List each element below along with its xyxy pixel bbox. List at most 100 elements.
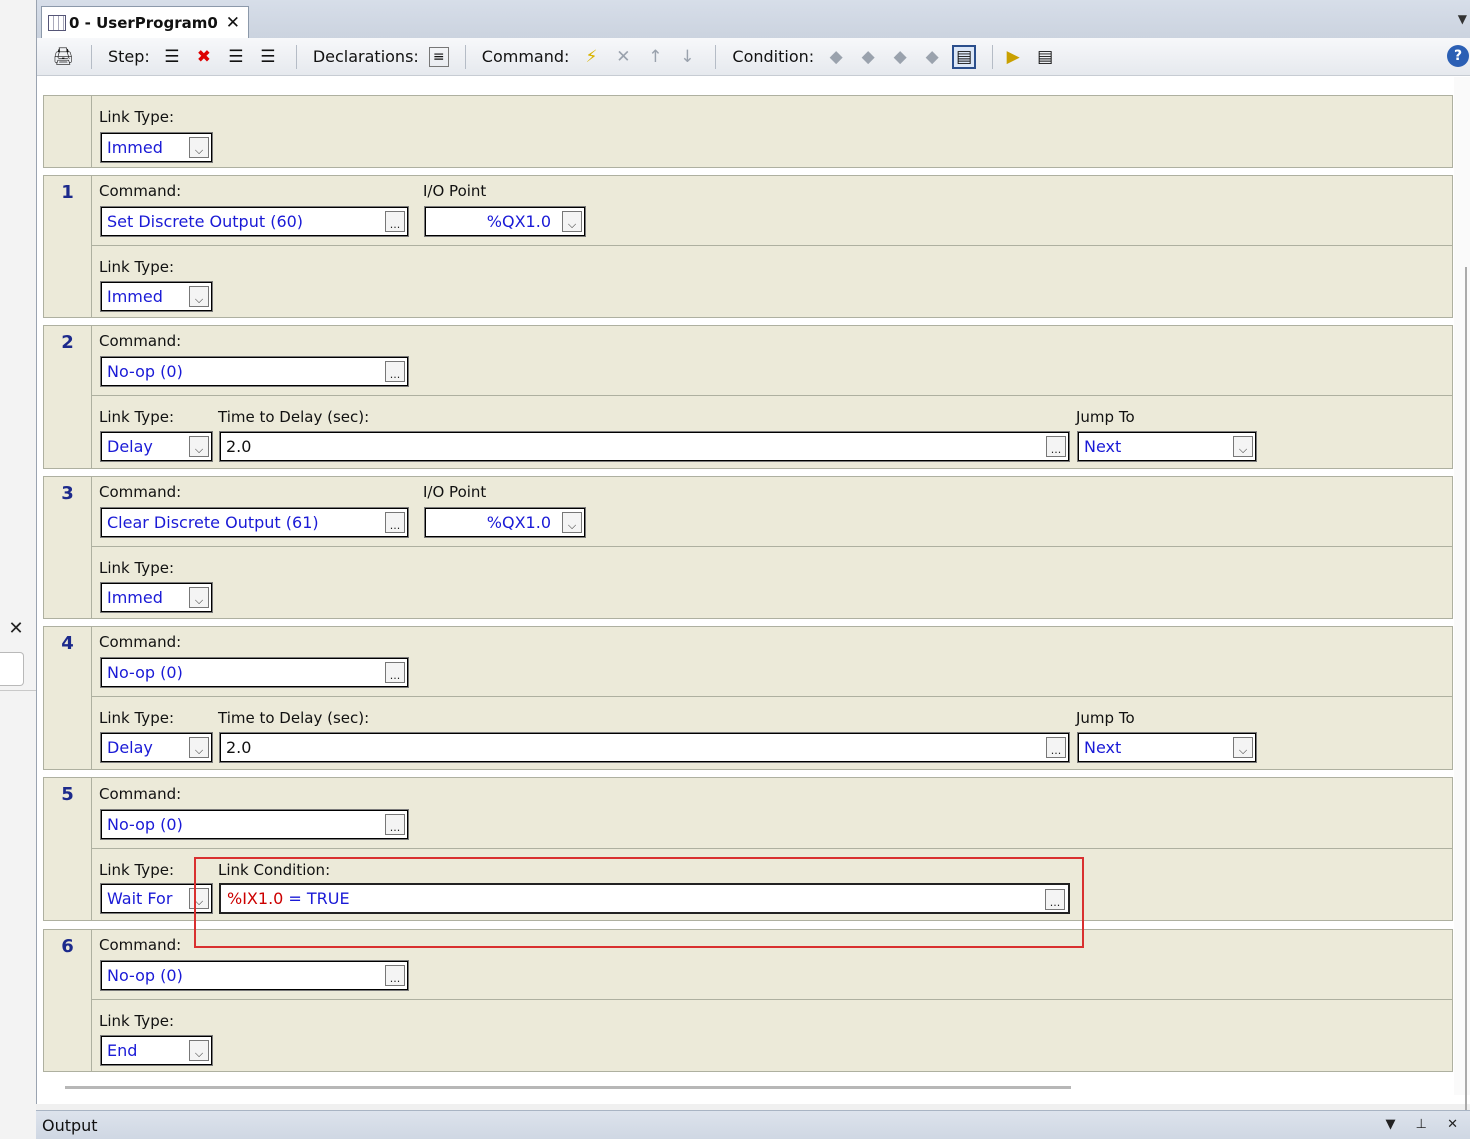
- step-row: 2 Command: No-op (0) ... Link Type: Dela…: [43, 325, 1453, 469]
- command-label: Command:: [99, 936, 182, 954]
- command-field[interactable]: No-op (0) ...: [100, 809, 409, 840]
- jump-to-select[interactable]: Next ⌵: [1077, 732, 1257, 763]
- link-type-label: Link Type:: [99, 709, 174, 727]
- io-point-select[interactable]: %QX1.0 ⌵: [424, 507, 586, 538]
- step-row: 1 Command: Set Discrete Output (60) ... …: [43, 175, 1453, 318]
- horizontal-scrollbar[interactable]: [65, 1086, 1071, 1089]
- chevron-down-icon[interactable]: ⌵: [189, 587, 209, 608]
- condition-delete-icon[interactable]: ◆: [856, 45, 880, 69]
- run-icon[interactable]: ▶: [1001, 45, 1025, 69]
- jump-to-label: Jump To: [1076, 408, 1135, 426]
- step-row: 3 Command: Clear Discrete Output (61) ..…: [43, 476, 1453, 619]
- jump-to-select[interactable]: Next ⌵: [1077, 431, 1257, 462]
- jump-to-value: Next: [1084, 738, 1122, 757]
- divider: [0, 690, 36, 691]
- left-panel-close-icon[interactable]: ✕: [6, 618, 26, 639]
- output-panel-header: Output ▼ ⊥ ✕: [36, 1110, 1470, 1139]
- delete-step-icon[interactable]: ✖: [192, 45, 216, 69]
- vertical-scrollbar[interactable]: [1454, 77, 1470, 1127]
- link-type-value: Immed: [107, 287, 163, 306]
- delay-input[interactable]: 2.0 ...: [219, 732, 1070, 763]
- io-point-label: I/O Point: [423, 182, 487, 200]
- left-panel-input[interactable]: [0, 652, 24, 686]
- move-step-up-icon[interactable]: ☰: [224, 45, 248, 69]
- link-type-select[interactable]: Immed ⌵: [100, 582, 213, 613]
- link-type-select[interactable]: Immed ⌵: [100, 132, 213, 163]
- command-value: No-op (0): [107, 815, 183, 834]
- divider: [92, 848, 1452, 849]
- toolbar-separator: [91, 44, 92, 69]
- declarations-icon[interactable]: ≡: [428, 46, 449, 67]
- chevron-down-icon[interactable]: ⌵: [562, 211, 582, 232]
- chevron-down-icon[interactable]: ⌵: [1233, 436, 1253, 457]
- view-list-icon[interactable]: ▤: [952, 44, 977, 69]
- step-number: 2: [44, 326, 92, 468]
- step-number: 1: [44, 176, 92, 317]
- ellipsis-button[interactable]: ...: [385, 512, 405, 533]
- ellipsis-button[interactable]: ...: [385, 211, 405, 232]
- command-value: No-op (0): [107, 966, 183, 985]
- link-type-label: Link Type:: [99, 258, 174, 276]
- chevron-down-icon[interactable]: ⌵: [189, 737, 209, 758]
- ellipsis-button[interactable]: ...: [1046, 436, 1066, 457]
- ellipsis-button[interactable]: ...: [385, 361, 405, 382]
- print-icon[interactable]: 🖨: [51, 45, 75, 69]
- step-number: [44, 96, 92, 167]
- ellipsis-button[interactable]: ...: [385, 814, 405, 835]
- chevron-down-icon[interactable]: ⌵: [189, 1040, 209, 1061]
- command-field[interactable]: Clear Discrete Output (61) ...: [100, 507, 409, 538]
- command-delete-icon[interactable]: ✕: [611, 45, 635, 69]
- link-type-label: Link Type:: [99, 559, 174, 577]
- link-type-select[interactable]: Delay ⌵: [100, 732, 213, 763]
- command-field[interactable]: No-op (0) ...: [100, 657, 409, 688]
- condition-up-icon[interactable]: ◆: [888, 45, 912, 69]
- tab-strip: 0 - UserProgram0 ✕ ▼: [37, 0, 1470, 38]
- step-number: 4: [44, 627, 92, 769]
- panel-controls[interactable]: ▼ ⊥ ✕: [1386, 1117, 1466, 1132]
- report-icon[interactable]: ▤: [1033, 45, 1057, 69]
- divider: [92, 999, 1452, 1000]
- command-value: No-op (0): [107, 663, 183, 682]
- link-type-select[interactable]: End ⌵: [100, 1035, 213, 1066]
- command-field[interactable]: No-op (0) ...: [100, 356, 409, 387]
- delay-value: 2.0: [226, 437, 252, 456]
- tab-dropdown-icon[interactable]: ▼: [1458, 12, 1467, 26]
- link-type-value: Wait For: [107, 889, 173, 908]
- delay-input[interactable]: 2.0 ...: [219, 431, 1070, 462]
- tab-close-icon[interactable]: ✕: [226, 13, 240, 33]
- command-field[interactable]: No-op (0) ...: [100, 960, 409, 991]
- toolbar: 🖨 Step: ☰ ✖ ☰ ☰ Declarations: ≡ Command:…: [37, 38, 1470, 76]
- chevron-down-icon[interactable]: ⌵: [562, 512, 582, 533]
- command-label: Command:: [99, 785, 182, 803]
- link-type-label: Link Type:: [99, 408, 174, 426]
- output-panel-title: Output: [42, 1115, 98, 1135]
- help-icon[interactable]: ?: [1447, 45, 1469, 67]
- chevron-down-icon[interactable]: ⌵: [189, 286, 209, 307]
- chevron-down-icon[interactable]: ⌵: [1233, 737, 1253, 758]
- chevron-down-icon[interactable]: ⌵: [189, 137, 209, 158]
- ellipsis-button[interactable]: ...: [1046, 737, 1066, 758]
- link-type-select[interactable]: Immed ⌵: [100, 281, 213, 312]
- highlight-box: [194, 857, 1084, 948]
- link-type-select[interactable]: Delay ⌵: [100, 431, 213, 462]
- condition-insert-icon[interactable]: ◆: [824, 45, 848, 69]
- command-up-icon[interactable]: ↑: [643, 45, 667, 69]
- command-field[interactable]: Set Discrete Output (60) ...: [100, 206, 409, 237]
- toolbar-separator: [295, 44, 297, 69]
- io-point-select[interactable]: %QX1.0 ⌵: [424, 206, 586, 237]
- command-label: Command:: [481, 47, 570, 66]
- condition-down-icon[interactable]: ◆: [920, 45, 944, 69]
- left-panel: ✕: [0, 0, 36, 1139]
- command-value: Clear Discrete Output (61): [107, 513, 319, 532]
- insert-step-icon[interactable]: ☰: [160, 45, 184, 69]
- scrollbar-thumb[interactable]: [1465, 267, 1467, 1127]
- move-step-down-icon[interactable]: ☰: [256, 45, 280, 69]
- chevron-down-icon[interactable]: ⌵: [189, 436, 209, 457]
- command-insert-icon[interactable]: ⚡: [579, 45, 603, 69]
- command-down-icon[interactable]: ↓: [675, 45, 699, 69]
- tab-userprogram0[interactable]: 0 - UserProgram0 ✕: [41, 6, 249, 38]
- divider: [92, 546, 1452, 547]
- ellipsis-button[interactable]: ...: [385, 662, 405, 683]
- jump-to-value: Next: [1084, 437, 1122, 456]
- ellipsis-button[interactable]: ...: [385, 965, 405, 986]
